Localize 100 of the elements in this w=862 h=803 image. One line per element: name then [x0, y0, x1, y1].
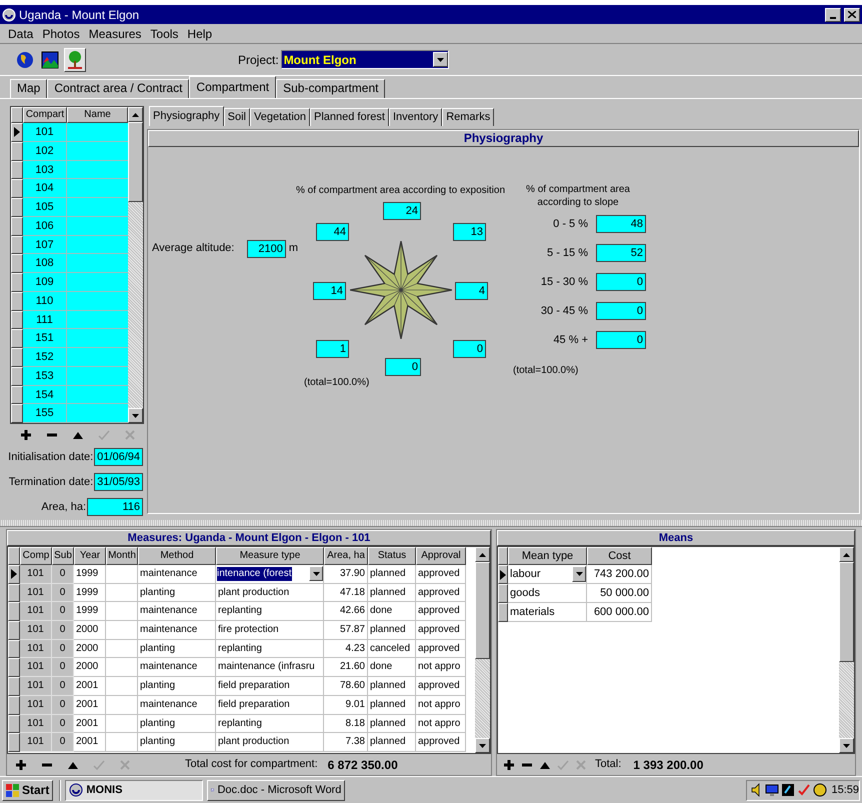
scrollbar[interactable] [128, 107, 143, 423]
row-selector[interactable] [498, 565, 508, 584]
input-field[interactable]: 52 [596, 244, 646, 262]
tab[interactable]: Vegetation [250, 108, 310, 126]
plus-icon[interactable] [503, 758, 515, 770]
column-header[interactable]: Area, ha [324, 547, 368, 565]
input-field[interactable]: 13 [453, 223, 486, 241]
scroll-down-button[interactable] [128, 408, 143, 423]
input-field[interactable]: 116 [87, 498, 143, 516]
minimize-button[interactable] [825, 8, 841, 22]
dropdown-button[interactable] [572, 566, 586, 582]
input-field[interactable]: 2100 [247, 240, 286, 258]
close-button[interactable] [844, 8, 860, 22]
column-header[interactable]: Year [74, 547, 106, 565]
row-selector[interactable] [8, 621, 20, 640]
project-dropdown[interactable]: Mount Elgon [280, 50, 449, 69]
row-selector[interactable] [11, 179, 23, 198]
scroll-thumb[interactable] [128, 122, 143, 202]
row-selector[interactable] [8, 658, 20, 678]
dropdown-button[interactable] [309, 566, 323, 582]
row-selector[interactable] [11, 236, 23, 254]
input-field[interactable]: 1 [316, 340, 349, 358]
tab[interactable]: Contract area / Contract [47, 79, 190, 98]
input-field[interactable]: 0 [453, 340, 486, 358]
row-selector[interactable] [8, 640, 20, 658]
row-selector[interactable] [11, 273, 23, 292]
scroll-down-button[interactable] [475, 738, 490, 753]
input-field[interactable]: 01/06/94 [94, 448, 143, 466]
tab[interactable]: Remarks [442, 108, 494, 126]
row-selector[interactable] [11, 160, 23, 180]
row-selector[interactable] [11, 366, 23, 386]
plus-icon[interactable] [20, 429, 32, 441]
row-selector[interactable] [8, 565, 20, 584]
tab[interactable]: Compartment [189, 76, 276, 98]
scroll-up-button[interactable] [128, 107, 143, 122]
row-selector[interactable] [8, 677, 20, 696]
row-selector[interactable] [498, 603, 508, 622]
column-header[interactable]: Mean type [508, 547, 587, 565]
tab[interactable]: Inventory [388, 108, 442, 126]
input-field[interactable]: 48 [596, 215, 646, 233]
scroll-thumb[interactable] [475, 562, 490, 659]
tab[interactable]: Soil [224, 108, 250, 126]
row-selector[interactable] [11, 292, 23, 310]
menu-item[interactable]: Help [187, 24, 212, 42]
column-header[interactable]: Approval [416, 547, 466, 565]
column-header[interactable]: Name [67, 107, 128, 123]
table-cell[interactable]: intenance (forest [217, 566, 292, 581]
column-header[interactable]: Cost [587, 547, 652, 565]
row-selector[interactable] [11, 216, 23, 236]
taskbar-button[interactable]: MONIS [65, 780, 204, 800]
scroll-up-button[interactable] [475, 547, 490, 562]
input-field[interactable]: 24 [383, 202, 421, 220]
column-header[interactable]: Comp [20, 547, 52, 565]
column-header[interactable]: Compart [23, 107, 67, 123]
tab[interactable]: Physiography [149, 106, 224, 126]
row-selector[interactable] [11, 142, 23, 160]
row-selector[interactable] [11, 404, 23, 423]
input-field[interactable]: 0 [596, 302, 646, 320]
row-selector[interactable] [8, 714, 20, 734]
scroll-thumb[interactable] [839, 562, 854, 662]
input-field[interactable]: 4 [455, 282, 488, 300]
scroll-up-button[interactable] [839, 547, 854, 562]
scrollbar[interactable] [839, 547, 854, 753]
taskbar-button[interactable]: Doc.doc - Microsoft Word [207, 780, 346, 800]
column-header[interactable]: Measure type [216, 547, 324, 565]
row-selector[interactable] [8, 602, 20, 622]
row-selector[interactable] [8, 584, 20, 602]
column-header[interactable]: Status [368, 547, 416, 565]
row-selector[interactable] [11, 310, 23, 330]
menu-item[interactable]: Data [8, 24, 34, 42]
column-header[interactable]: Sub [52, 547, 74, 565]
column-header[interactable]: Month [106, 547, 138, 565]
scrollbar[interactable] [475, 547, 490, 753]
row-selector[interactable] [8, 696, 20, 714]
tab[interactable]: Map [10, 79, 48, 98]
splitter[interactable] [0, 520, 862, 527]
input-field[interactable]: 0 [596, 331, 646, 349]
scroll-down-button[interactable] [839, 738, 854, 753]
input-field[interactable]: 31/05/93 [94, 473, 143, 491]
menu-item[interactable]: Photos [42, 24, 80, 42]
row-selector[interactable] [8, 733, 20, 752]
row-selector[interactable] [11, 348, 23, 367]
menu-item[interactable]: Tools [150, 24, 178, 42]
start-button[interactable]: Start [2, 780, 54, 800]
tab[interactable]: Sub-compartment [276, 79, 386, 98]
dropdown-button[interactable] [432, 52, 448, 67]
row-selector[interactable] [11, 254, 23, 273]
input-field[interactable]: 0 [596, 273, 646, 291]
input-field[interactable]: 44 [316, 223, 349, 241]
row-selector[interactable] [498, 584, 508, 603]
tab[interactable]: Planned forest [310, 108, 389, 126]
input-field[interactable]: 14 [313, 282, 346, 300]
plus-icon[interactable] [15, 758, 27, 770]
row-selector[interactable] [11, 386, 23, 404]
row-selector[interactable] [11, 198, 23, 217]
menu-item[interactable]: Measures [88, 24, 142, 42]
column-header[interactable]: Method [138, 547, 216, 565]
row-selector[interactable] [11, 329, 23, 348]
input-field[interactable]: 0 [385, 358, 421, 376]
row-selector[interactable] [11, 123, 23, 142]
